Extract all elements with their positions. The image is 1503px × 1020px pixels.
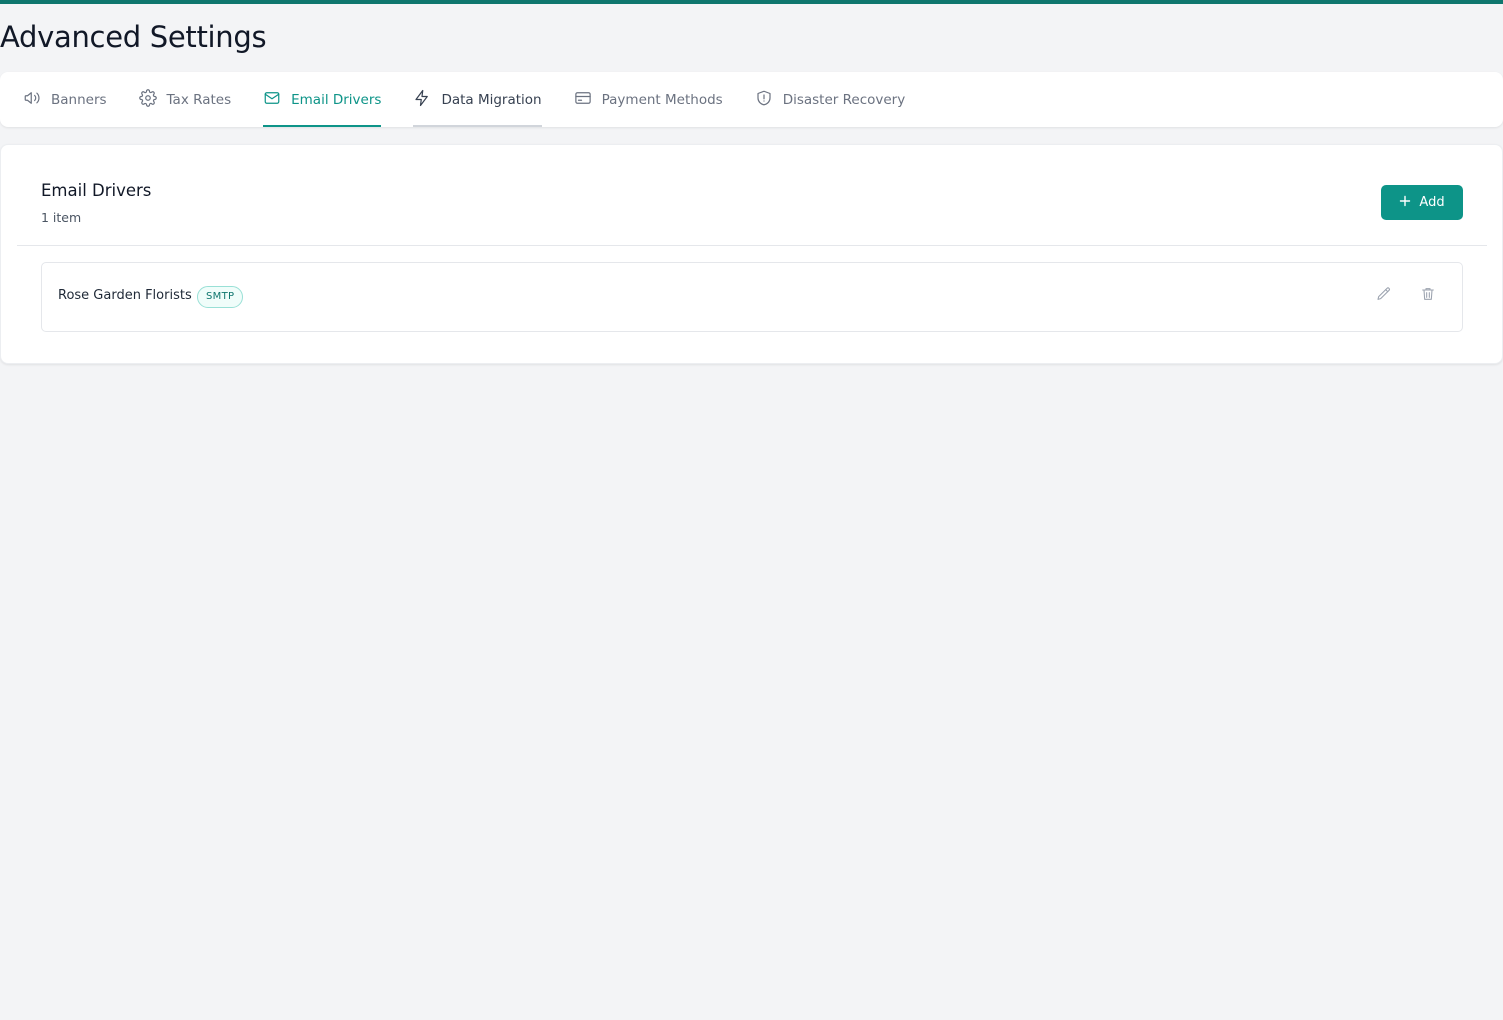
edit-button[interactable]: [1375, 287, 1393, 305]
driver-name: Rose Garden Florists: [58, 288, 192, 303]
shield-alert-icon: [755, 89, 773, 111]
tab-tax-rates[interactable]: Tax Rates: [138, 72, 232, 127]
tab-label: Banners: [51, 91, 107, 108]
driver-type-badge: SMTP: [197, 286, 244, 308]
lightning-icon: [413, 89, 431, 111]
add-button-label: Add: [1419, 195, 1445, 210]
gear-icon: [138, 88, 157, 111]
tab-disaster-recovery[interactable]: Disaster Recovery: [755, 72, 906, 127]
tab-payment-methods[interactable]: Payment Methods: [574, 72, 723, 127]
plus-icon: [1399, 195, 1411, 211]
top-accent-bar: [0, 0, 1503, 4]
mail-icon: [263, 89, 281, 111]
email-drivers-panel: Email Drivers 1 item Add Rose Garden Flo…: [0, 144, 1503, 364]
tab-data-migration[interactable]: Data Migration: [413, 72, 542, 127]
item-count: 1 item: [41, 210, 82, 225]
tab-label: Payment Methods: [601, 91, 723, 108]
tab-email-drivers[interactable]: Email Drivers: [263, 72, 382, 127]
tab-label: Email Drivers: [291, 91, 382, 108]
megaphone-icon: [23, 89, 41, 111]
section-title: Email Drivers: [41, 181, 152, 200]
delete-button[interactable]: [1419, 287, 1437, 305]
settings-tabs: Banners Tax Rates Email Drivers Data Mig…: [0, 72, 1503, 127]
tab-banners[interactable]: Banners: [23, 72, 107, 127]
page-title: Advanced Settings: [0, 20, 267, 54]
tab-label: Tax Rates: [166, 91, 232, 108]
tab-label: Disaster Recovery: [782, 91, 906, 108]
trash-icon: [1420, 286, 1436, 306]
section-divider: [17, 245, 1487, 246]
tab-label: Data Migration: [441, 91, 542, 108]
credit-card-icon: [574, 89, 592, 111]
add-button[interactable]: Add: [1381, 185, 1463, 220]
list-item: Rose Garden Florists SMTP: [41, 262, 1463, 332]
pencil-icon: [1376, 286, 1392, 306]
